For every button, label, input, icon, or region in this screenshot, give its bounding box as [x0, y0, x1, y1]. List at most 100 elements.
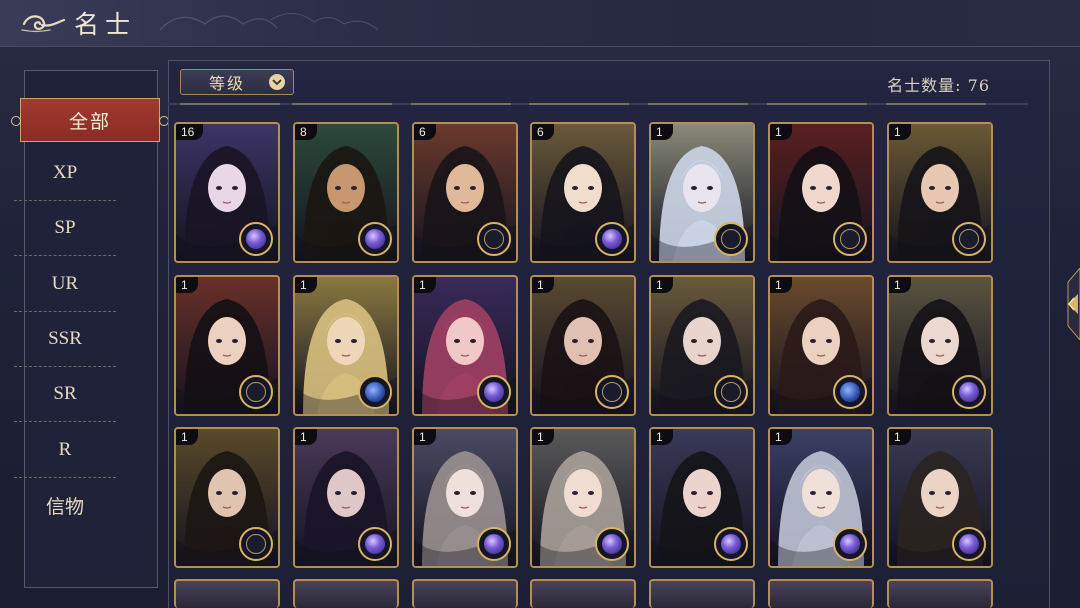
orb-emblem-icon: [239, 222, 273, 256]
character-card-partial[interactable]: [530, 579, 636, 608]
previous-row-edge: [648, 103, 748, 111]
level-badge: 1: [414, 277, 436, 293]
page-header: 名士: [18, 4, 136, 42]
category-tab-label: R: [58, 439, 72, 460]
sort-dropdown[interactable]: 等级: [180, 69, 294, 95]
compass-emblem-icon: [239, 527, 273, 561]
category-tab-xp[interactable]: XP: [14, 146, 116, 201]
cloud-pattern-decoration: [159, 13, 379, 31]
category-tab-ssr[interactable]: SSR: [14, 312, 116, 367]
expand-panel-arrow-icon[interactable]: [1052, 268, 1080, 340]
top-bar: 名士: [0, 0, 1080, 47]
previous-row-edge: [411, 103, 511, 111]
character-card[interactable]: 8: [293, 122, 399, 263]
category-tab-label: SSR: [48, 328, 82, 349]
previous-row-edge: [529, 103, 629, 111]
level-badge: 1: [770, 277, 792, 293]
category-tab-r[interactable]: R: [14, 423, 116, 478]
level-badge: 1: [295, 429, 317, 445]
level-badge: 1: [414, 429, 436, 445]
orb-emblem-icon: [952, 375, 986, 409]
level-badge: 6: [414, 124, 436, 140]
level-badge: 1: [889, 277, 911, 293]
character-card[interactable]: 16: [174, 122, 280, 263]
character-card[interactable]: 1: [174, 427, 280, 568]
previous-row-edge: [886, 103, 986, 111]
character-card[interactable]: 6: [530, 122, 636, 263]
level-badge: 1: [889, 429, 911, 445]
character-card[interactable]: 1: [412, 275, 518, 416]
character-card[interactable]: 1: [530, 275, 636, 416]
character-card-partial[interactable]: [412, 579, 518, 608]
character-card-partial[interactable]: [174, 579, 280, 608]
level-badge: 1: [770, 124, 792, 140]
character-count: 名士数量: 76: [887, 76, 990, 95]
compass-emblem-icon: [714, 222, 748, 256]
blue-emblem-icon: [833, 375, 867, 409]
category-tab-all[interactable]: 全部: [11, 98, 169, 142]
previous-row-edge: [292, 103, 392, 111]
compass-emblem-icon: [714, 375, 748, 409]
orb-emblem-icon: [358, 527, 392, 561]
orb-emblem-icon: [477, 375, 511, 409]
orb-emblem-icon: [358, 222, 392, 256]
previous-row-edge: [767, 103, 867, 111]
category-tab-label: SP: [54, 217, 76, 238]
character-card-partial[interactable]: [768, 579, 874, 608]
character-card[interactable]: 1: [649, 427, 755, 568]
category-tab-token[interactable]: 信物: [14, 478, 116, 533]
chevron-down-icon: [269, 74, 285, 90]
character-card-partial[interactable]: [649, 579, 755, 608]
category-tab-all-label: 全部: [68, 110, 111, 133]
level-badge: 1: [176, 429, 198, 445]
compass-emblem-icon: [595, 375, 629, 409]
level-badge: 1: [176, 277, 198, 293]
level-badge: 1: [889, 124, 911, 140]
back-swirl-icon[interactable]: [18, 8, 68, 38]
level-badge: 8: [295, 124, 317, 140]
level-badge: 1: [651, 124, 673, 140]
level-badge: 16: [176, 124, 204, 140]
level-badge: 6: [532, 124, 554, 140]
character-card[interactable]: 1: [293, 427, 399, 568]
category-tab-sp[interactable]: SP: [14, 201, 116, 256]
previous-row-edge: [180, 103, 280, 111]
page-title: 名士: [74, 10, 137, 39]
level-badge: 1: [651, 429, 673, 445]
character-card[interactable]: 1: [649, 122, 755, 263]
character-card[interactable]: 1: [887, 427, 993, 568]
compass-emblem-icon: [477, 222, 511, 256]
compass-emblem-icon: [239, 375, 273, 409]
character-card[interactable]: 1: [887, 275, 993, 416]
orb-emblem-icon: [833, 527, 867, 561]
character-card-partial[interactable]: [293, 579, 399, 608]
level-badge: 1: [295, 277, 317, 293]
character-card[interactable]: 1: [293, 275, 399, 416]
compass-emblem-icon: [833, 222, 867, 256]
character-card[interactable]: 1: [768, 275, 874, 416]
level-badge: 1: [770, 429, 792, 445]
orb-emblem-icon: [595, 527, 629, 561]
category-tab-label: XP: [52, 162, 78, 183]
compass-emblem-icon: [952, 222, 986, 256]
level-badge: 1: [532, 277, 554, 293]
level-badge: 1: [532, 429, 554, 445]
character-card[interactable]: 6: [412, 122, 518, 263]
orb-emblem-icon: [952, 527, 986, 561]
category-tab-label: SR: [53, 383, 77, 404]
orb-emblem-icon: [595, 222, 629, 256]
category-tab-label: 信物: [45, 497, 84, 518]
character-card[interactable]: 1: [412, 427, 518, 568]
category-tab-sr[interactable]: SR: [14, 367, 116, 422]
character-card-partial[interactable]: [887, 579, 993, 608]
character-card[interactable]: 1: [530, 427, 636, 568]
character-card[interactable]: 1: [649, 275, 755, 416]
category-tab-ur[interactable]: UR: [14, 257, 116, 312]
character-card[interactable]: 1: [768, 122, 874, 263]
ornament-dot-left: [11, 116, 21, 126]
character-card[interactable]: 1: [768, 427, 874, 568]
blue-emblem-icon: [358, 375, 392, 409]
orb-emblem-icon: [714, 527, 748, 561]
character-card[interactable]: 1: [174, 275, 280, 416]
character-card[interactable]: 1: [887, 122, 993, 263]
